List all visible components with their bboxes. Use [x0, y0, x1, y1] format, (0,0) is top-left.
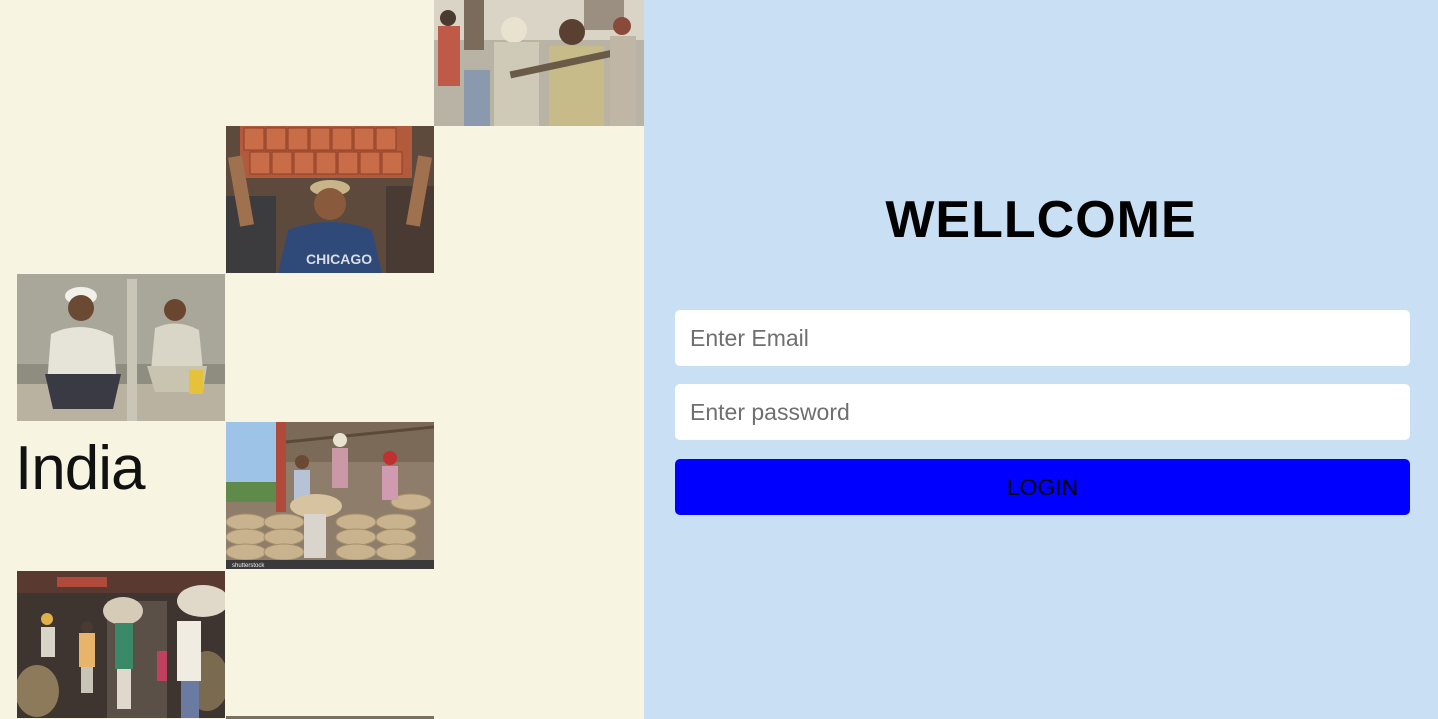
- svg-text:CHICAGO: CHICAGO: [306, 251, 372, 267]
- hero-collage: CHICAGO India shutterstock: [0, 0, 644, 719]
- email-field[interactable]: [675, 310, 1410, 366]
- resting-workers-photo: [17, 274, 225, 421]
- workers-with-tools-photo: [434, 0, 644, 126]
- password-field[interactable]: [675, 384, 1410, 440]
- brick-carrier-photo: CHICAGO: [226, 126, 434, 273]
- watermark-text: shutterstock: [232, 563, 265, 569]
- market-porters-photo: [17, 571, 225, 718]
- welcome-title: WELLCOME: [885, 191, 1197, 249]
- sack-loaders-photo: shutterstock: [226, 422, 434, 569]
- login-button[interactable]: LOGIN: [675, 459, 1410, 515]
- country-label: India: [15, 434, 145, 503]
